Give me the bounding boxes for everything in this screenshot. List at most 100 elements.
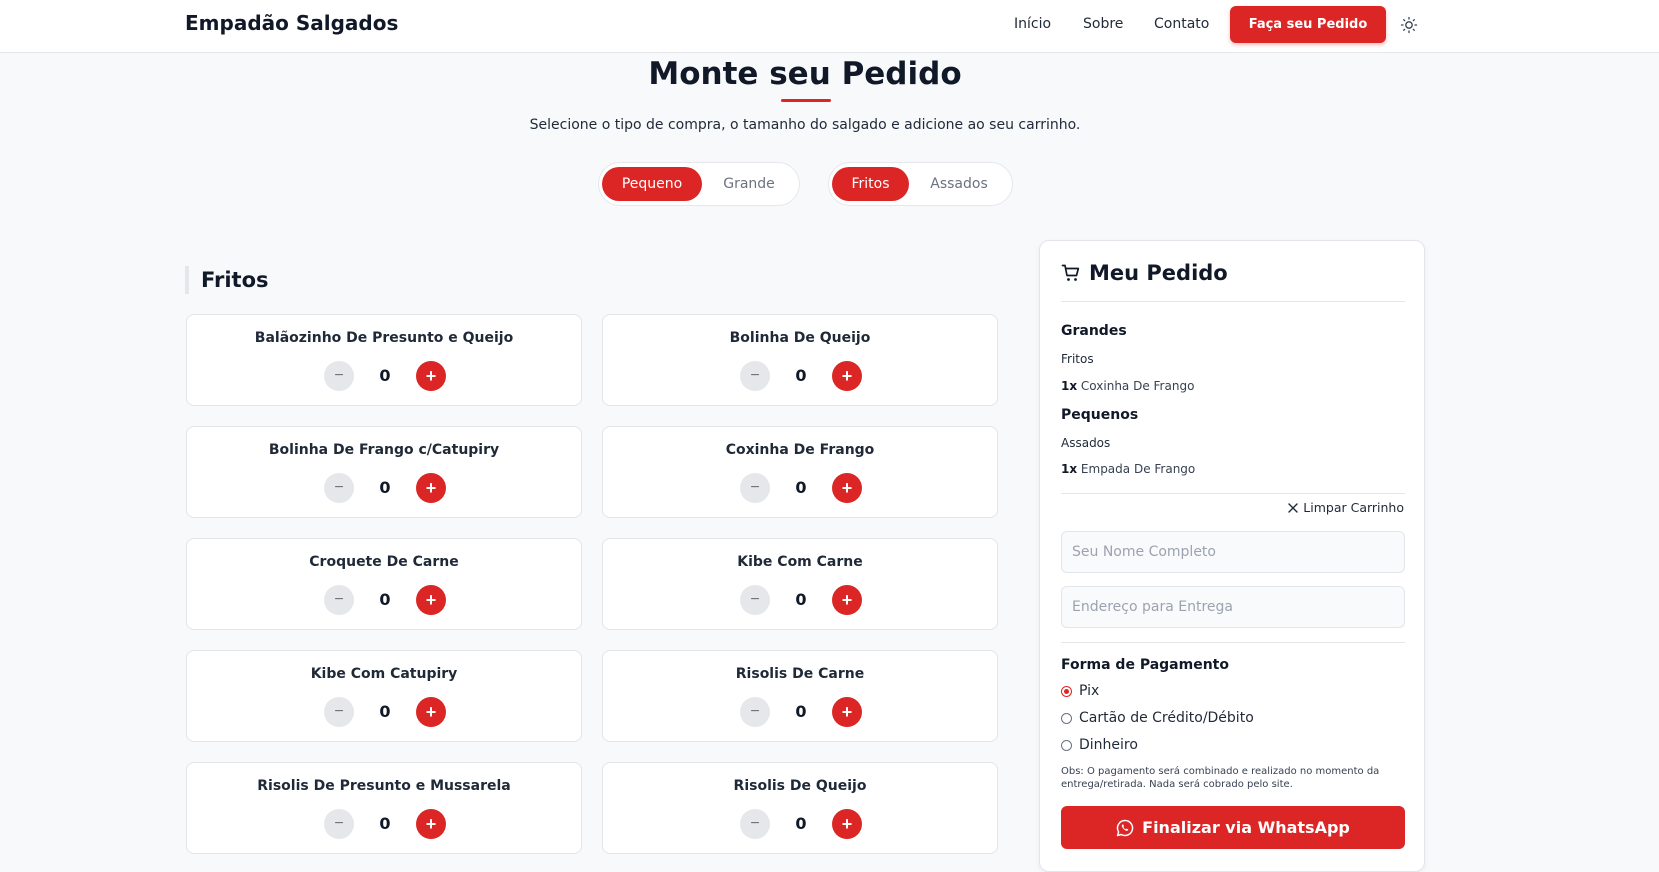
radio-unselected[interactable] [1061,712,1072,724]
radio-selected[interactable] [1061,685,1072,697]
quantity-value: 0 [379,366,391,385]
order-cta-button[interactable]: Faça seu Pedido [1230,6,1386,43]
product-name: Balãozinho De Presunto e Queijo [254,330,514,346]
name-input[interactable] [1061,531,1405,573]
clear-cart-label: Limpar Carrinho [1303,500,1404,515]
product-card: Risolis De Presunto e Mussarela − 0 + [186,762,582,854]
payment-option-card[interactable]: Cartão de Crédito/Débito [1061,710,1254,726]
nav-contato-link[interactable]: Contato [1154,16,1209,32]
page-subtitle: Selecione o tipo de compra, o tamanho do… [529,117,1081,133]
divider [1061,642,1405,643]
divider [1061,301,1405,302]
increase-button[interactable]: + [832,809,862,839]
increase-button[interactable]: + [416,473,446,503]
type-toggle: Fritos Assados [828,162,1013,206]
order-panel-title: Meu Pedido [1061,261,1228,285]
quantity-value: 0 [379,478,391,497]
decrease-button[interactable]: − [324,809,354,839]
increase-button[interactable]: + [416,361,446,391]
order-group-type: Fritos [1061,352,1094,366]
nav-sobre-link[interactable]: Sobre [1083,16,1123,32]
product-name: Kibe Com Carne [737,554,863,570]
product-name: Risolis De Carne [735,666,865,682]
size-option-pequeno[interactable]: Pequeno [602,167,702,201]
nav-inicio-link[interactable]: Início [1014,16,1051,32]
order-panel: Meu Pedido Grandes Fritos 1x Coxinha De … [1039,240,1425,872]
brand-logo[interactable]: Empadão Salgados [185,11,398,35]
product-card: Bolinha De Frango c/Catupiry − 0 + [186,426,582,518]
payment-label: Forma de Pagamento [1061,657,1229,673]
whatsapp-icon [1116,819,1134,836]
product-name: Risolis De Presunto e Mussarela [257,778,511,794]
payment-note: Obs: O pagamento será combinado e realiz… [1061,766,1380,790]
quantity-value: 0 [795,478,807,497]
type-option-assados[interactable]: Assados [909,167,1009,201]
type-option-fritos[interactable]: Fritos [832,167,909,201]
order-title-text: Meu Pedido [1089,261,1228,285]
increase-button[interactable]: + [416,809,446,839]
whatsapp-submit-label: Finalizar via WhatsApp [1142,818,1350,837]
clear-cart-button[interactable]: Limpar Carrinho [1288,500,1404,515]
quantity-value: 0 [379,590,391,609]
size-option-grande[interactable]: Grande [702,167,796,201]
product-name: Bolinha De Queijo [729,330,871,346]
payment-option-pix[interactable]: Pix [1061,683,1099,699]
quantity-value: 0 [795,366,807,385]
product-card: Risolis De Queijo − 0 + [602,762,998,854]
order-group-type: Assados [1061,436,1111,450]
decrease-button[interactable]: − [740,473,770,503]
title-underline [781,99,831,102]
order-group-size: Pequenos [1061,407,1139,423]
cart-icon [1061,264,1080,281]
decrease-button[interactable]: − [324,585,354,615]
divider [1061,493,1405,494]
decrease-button[interactable]: − [324,697,354,727]
radio-unselected[interactable] [1061,739,1072,751]
quantity-value: 0 [379,814,391,833]
increase-button[interactable]: + [416,697,446,727]
decrease-button[interactable]: − [740,809,770,839]
whatsapp-submit-button[interactable]: Finalizar via WhatsApp [1061,806,1405,849]
product-name: Coxinha De Frango [725,442,875,458]
sun-icon[interactable] [1400,16,1418,34]
product-card: Coxinha De Frango − 0 + [602,426,998,518]
increase-button[interactable]: + [832,361,862,391]
increase-button[interactable]: + [832,697,862,727]
order-group-size: Grandes [1061,323,1127,339]
close-icon [1288,502,1298,513]
decrease-button[interactable]: − [324,361,354,391]
payment-option-label: Cartão de Crédito/Débito [1079,710,1254,726]
order-item-name: Empada De Frango [1080,462,1196,476]
product-card: Kibe Com Carne − 0 + [602,538,998,630]
product-card: Risolis De Carne − 0 + [602,650,998,742]
decrease-button[interactable]: − [740,585,770,615]
order-item-qty: 1x [1061,462,1078,476]
order-item: 1x Coxinha De Frango [1061,379,1194,393]
address-input[interactable] [1061,586,1405,628]
product-name: Kibe Com Catupiry [310,666,458,682]
product-card: Kibe Com Catupiry − 0 + [186,650,582,742]
decrease-button[interactable]: − [740,697,770,727]
increase-button[interactable]: + [832,585,862,615]
size-toggle: Pequeno Grande [598,162,800,206]
product-card: Balãozinho De Presunto e Queijo − 0 + [186,314,582,406]
page-title: Monte seu Pedido [648,56,962,92]
payment-option-label: Dinheiro [1079,737,1138,753]
quantity-value: 0 [795,590,807,609]
decrease-button[interactable]: − [740,361,770,391]
section-title: Fritos [185,266,269,294]
increase-button[interactable]: + [416,585,446,615]
product-name: Croquete De Carne [309,554,459,570]
order-item: 1x Empada De Frango [1061,462,1195,476]
decrease-button[interactable]: − [324,473,354,503]
order-item-name: Coxinha De Frango [1080,379,1195,393]
product-name: Bolinha De Frango c/Catupiry [268,442,500,458]
quantity-value: 0 [795,702,807,721]
increase-button[interactable]: + [832,473,862,503]
product-card: Bolinha De Queijo − 0 + [602,314,998,406]
site-header: Empadão Salgados Início Sobre Contato Fa… [0,0,1659,53]
order-item-qty: 1x [1061,379,1078,393]
quantity-value: 0 [379,702,391,721]
product-card: Croquete De Carne − 0 + [186,538,582,630]
payment-option-cash[interactable]: Dinheiro [1061,737,1138,753]
